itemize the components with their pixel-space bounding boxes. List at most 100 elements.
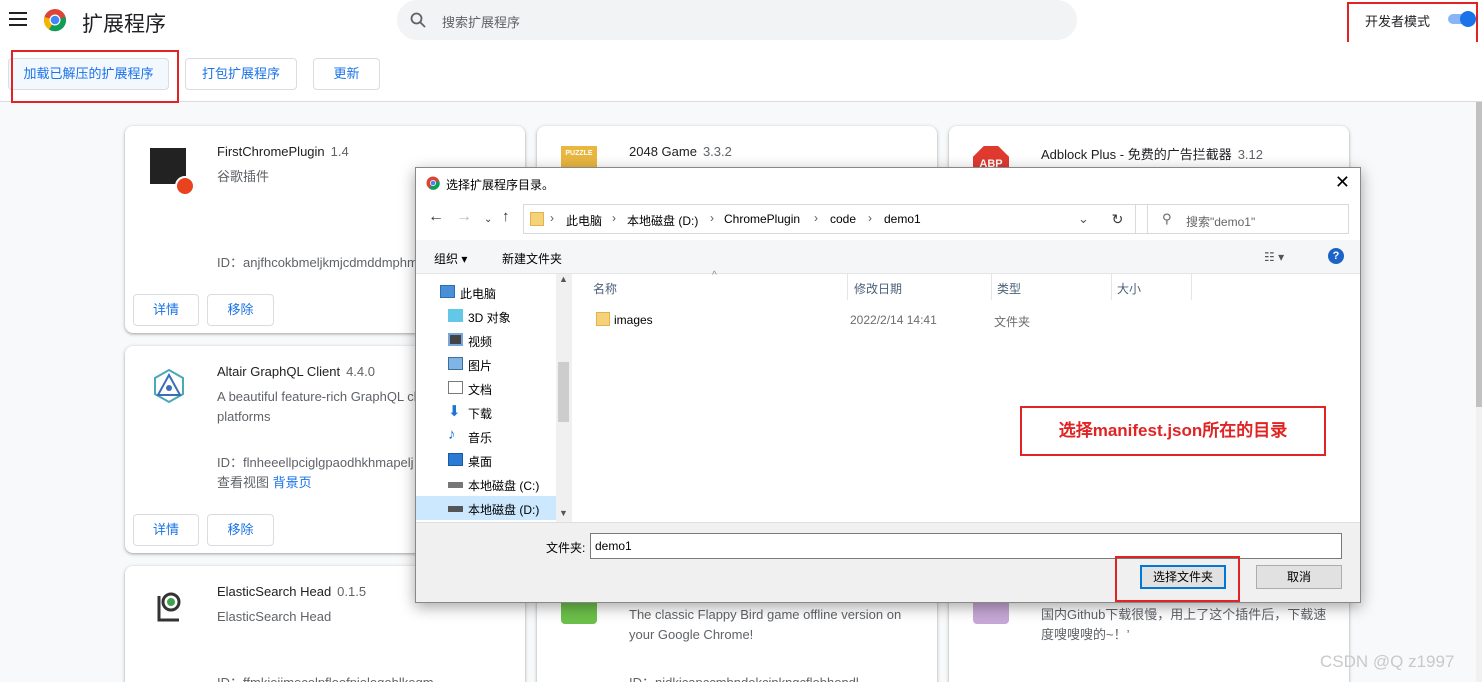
pack-extension-button[interactable]: 打包扩展程序 <box>185 58 297 90</box>
chevron-down-icon[interactable]: ⌄ <box>1078 211 1089 227</box>
highlight-load-unpacked <box>11 50 179 103</box>
extension-name: Altair GraphQL Client 4.4.0 <box>217 364 375 379</box>
recent-chevron-icon[interactable]: ⌄ <box>484 214 492 225</box>
extensions-toolbar: 加载已解压的扩展程序 打包扩展程序 更新 <box>0 42 1482 102</box>
version-text: 4.4.0 <box>346 364 375 379</box>
background-page-link[interactable]: 背景页 <box>273 475 312 490</box>
folder-icon <box>530 212 544 226</box>
close-icon[interactable]: ✕ <box>1335 172 1350 193</box>
dialog-search-input[interactable]: 搜索"demo1" <box>1186 213 1255 230</box>
extension-id: ID：ffmkiejjmecolpfloofpjologoblkegm <box>217 672 517 682</box>
drive-icon <box>448 482 463 488</box>
tree-label: 音乐 <box>468 431 493 445</box>
extension-description: The classic Flappy Bird game offline ver… <box>629 607 902 642</box>
version-text: 3.12 <box>1237 147 1264 162</box>
tree-label: 此电脑 <box>460 287 497 301</box>
graphql-icon <box>154 368 184 404</box>
tree-item-desktop[interactable]: 桌面 <box>416 448 556 472</box>
tree-label: 文档 <box>468 383 493 397</box>
organize-menu[interactable]: 组织 ▾ <box>434 250 467 267</box>
name-text: ElasticSearch Head <box>217 584 332 599</box>
page-scrollbar[interactable] <box>1476 102 1482 682</box>
help-icon[interactable]: ? <box>1328 248 1344 264</box>
chevron-right-icon: › <box>868 211 872 225</box>
tree-scroll-thumb[interactable] <box>558 362 569 422</box>
music-icon: ♪ <box>448 426 456 443</box>
file-list: 名称 ^ 修改日期 类型 大小 images 2022/2/14 14:41 文… <box>572 270 1360 522</box>
file-name: images <box>614 313 653 327</box>
refresh-icon[interactable]: ↻ <box>1100 204 1136 234</box>
breadcrumb-item[interactable]: code <box>830 212 856 226</box>
forward-arrow-icon[interactable]: → <box>456 208 472 226</box>
folder-field-label: 文件夹: <box>546 541 586 555</box>
column-header-size[interactable]: 大小 <box>1117 280 1141 297</box>
chrome-small-icon <box>426 176 440 190</box>
breadcrumb-item[interactable]: demo1 <box>884 212 921 226</box>
tree-item-video[interactable]: 视频 <box>416 328 556 352</box>
column-divider[interactable] <box>1111 274 1112 300</box>
tree-item-this-pc[interactable]: 此电脑 <box>416 280 556 304</box>
view-options-icon[interactable]: ☷ ▾ <box>1264 250 1284 264</box>
navigation-tree: 此电脑 3D 对象 视频 图片 文档 ⬇ 下载 ♪ 音乐 桌面 本地磁盘 (C:… <box>416 274 571 522</box>
tree-label: 视频 <box>468 335 493 349</box>
cancel-button[interactable]: 取消 <box>1256 565 1342 589</box>
update-button[interactable]: 更新 <box>313 58 380 90</box>
file-type: 文件夹 <box>994 315 1031 329</box>
icon-text: PUZZLE <box>565 150 593 157</box>
extension-name: Adblock Plus - 免费的广告拦截器 3.12 <box>1041 144 1263 163</box>
column-header-date[interactable]: 修改日期 <box>854 280 902 297</box>
extension-name: 2048 Game 3.3.2 <box>629 144 732 159</box>
name-text: 2048 Game <box>629 144 697 159</box>
tree-scrollbar[interactable]: ▲ ▼ <box>556 274 571 522</box>
documents-icon <box>448 381 463 394</box>
tree-item-documents[interactable]: 文档 <box>416 376 556 400</box>
details-button[interactable]: 详情 <box>133 294 199 326</box>
remove-button[interactable]: 移除 <box>207 514 274 546</box>
top-bar: 扩展程序 搜索扩展程序 开发者模式 <box>0 0 1482 42</box>
chrome-logo-icon <box>43 9 67 32</box>
up-arrow-icon[interactable]: ↑ <box>502 208 510 225</box>
folder-icon <box>596 312 610 326</box>
column-divider[interactable] <box>991 274 992 300</box>
breadcrumb-item[interactable]: 此电脑 <box>566 212 602 229</box>
pc-icon <box>440 285 455 298</box>
file-date: 2022/2/14 14:41 <box>850 313 937 327</box>
breadcrumb-item[interactable]: ChromePlugin <box>724 212 800 226</box>
tree-item-drive-d[interactable]: 本地磁盘 (D:) <box>416 496 556 520</box>
elasticsearch-head-icon <box>157 592 181 622</box>
tree-item-pictures[interactable]: 图片 <box>416 352 556 376</box>
dialog-search[interactable]: ⚲ 搜索"demo1" <box>1147 204 1349 234</box>
details-button[interactable]: 详情 <box>133 514 199 546</box>
tree-item-music[interactable]: ♪ 音乐 <box>416 424 556 448</box>
version-text: 0.1.5 <box>337 584 367 599</box>
tree-item-drive-c[interactable]: 本地磁盘 (C:) <box>416 472 556 496</box>
scroll-up-icon[interactable]: ▲ <box>559 274 568 284</box>
remove-button[interactable]: 移除 <box>207 294 274 326</box>
tree-item-3d[interactable]: 3D 对象 <box>416 304 556 328</box>
tree-label: 桌面 <box>468 455 493 469</box>
new-folder-button[interactable]: 新建文件夹 <box>502 250 562 267</box>
tree-label: 下载 <box>468 407 493 421</box>
tree-label: 3D 对象 <box>468 311 511 325</box>
extension-name: ElasticSearch Head 0.1.5 <box>217 584 366 599</box>
column-divider[interactable] <box>847 274 848 300</box>
name-text: Altair GraphQL Client <box>217 364 341 379</box>
back-arrow-icon[interactable]: ← <box>428 208 444 226</box>
address-bar[interactable]: › 此电脑 › 本地磁盘 (D:) › ChromePlugin › code … <box>523 204 1148 234</box>
column-header-type[interactable]: 类型 <box>997 280 1021 297</box>
name-text: Adblock Plus - 免费的广告拦截器 <box>1041 147 1232 162</box>
search-bar[interactable]: 搜索扩展程序 <box>397 0 1077 40</box>
menu-icon[interactable] <box>9 12 27 26</box>
drive-icon <box>448 506 463 512</box>
extension-name: FirstChromePlugin 1.4 <box>217 144 349 159</box>
highlight-select-folder <box>1115 556 1240 602</box>
extension-description: ElasticSearch Head <box>217 609 332 624</box>
file-row[interactable]: images 2022/2/14 14:41 文件夹 <box>592 310 1192 332</box>
column-divider[interactable] <box>1191 274 1192 300</box>
search-input[interactable]: 搜索扩展程序 <box>442 12 520 31</box>
scroll-down-icon[interactable]: ▼ <box>559 508 568 518</box>
breadcrumb-item[interactable]: 本地磁盘 (D:) <box>627 212 698 229</box>
tree-item-downloads[interactable]: ⬇ 下载 <box>416 400 556 424</box>
dialog-title: 选择扩展程序目录。 <box>446 178 555 192</box>
column-header-name[interactable]: 名称 <box>593 280 617 297</box>
